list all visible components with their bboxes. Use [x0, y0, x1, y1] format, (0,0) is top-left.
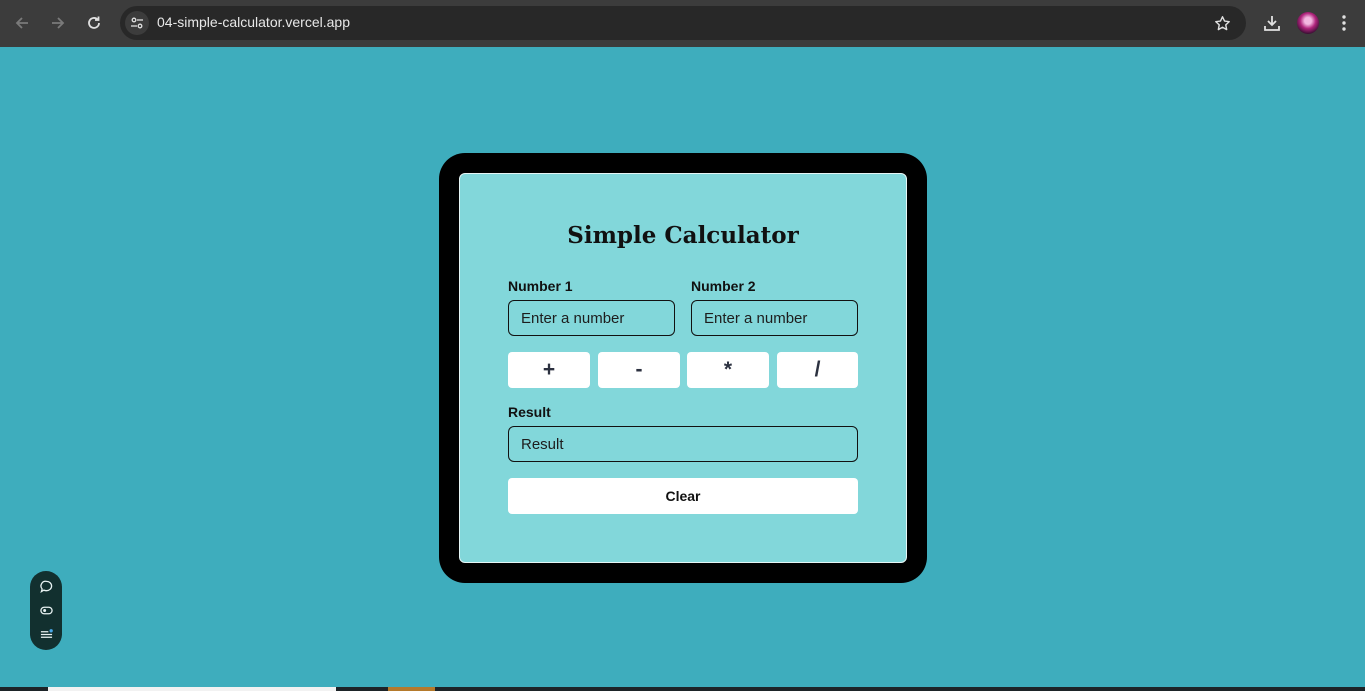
multiply-button[interactable]: * — [687, 352, 769, 388]
result-field[interactable] — [508, 426, 858, 462]
kebab-menu-icon[interactable] — [1330, 9, 1358, 37]
number1-input[interactable] — [508, 300, 675, 336]
taskbar — [0, 687, 1365, 691]
url-text[interactable]: 04-simple-calculator.vercel.app — [157, 14, 350, 30]
number2-label: Number 2 — [691, 278, 756, 294]
forward-icon[interactable] — [44, 9, 72, 37]
address-bar[interactable]: 04-simple-calculator.vercel.app — [120, 6, 1246, 40]
subtract-button[interactable]: - — [598, 352, 680, 388]
number1-label: Number 1 — [508, 278, 573, 294]
site-info-icon[interactable] — [125, 11, 149, 35]
reload-icon[interactable] — [80, 9, 108, 37]
floating-toolbar — [30, 571, 62, 650]
calculator-card: Simple Calculator Number 1 Number 2 + - … — [459, 173, 907, 563]
browser-toolbar: 04-simple-calculator.vercel.app — [0, 0, 1365, 47]
page-title: Simple Calculator — [567, 222, 799, 249]
eye-toggle-icon[interactable] — [38, 602, 54, 618]
list-icon[interactable] — [38, 626, 54, 642]
profile-avatar[interactable] — [1297, 12, 1319, 34]
clear-button[interactable]: Clear — [508, 478, 858, 514]
back-icon[interactable] — [8, 9, 36, 37]
download-icon[interactable] — [1258, 9, 1286, 37]
taskbar-item[interactable] — [388, 687, 435, 691]
bookmark-star-icon[interactable] — [1212, 13, 1232, 33]
taskbar-item[interactable] — [48, 687, 336, 691]
comment-icon[interactable] — [38, 578, 54, 594]
divide-button[interactable]: / — [777, 352, 858, 388]
add-button[interactable]: + — [508, 352, 590, 388]
result-label: Result — [508, 404, 551, 420]
number2-input[interactable] — [691, 300, 858, 336]
